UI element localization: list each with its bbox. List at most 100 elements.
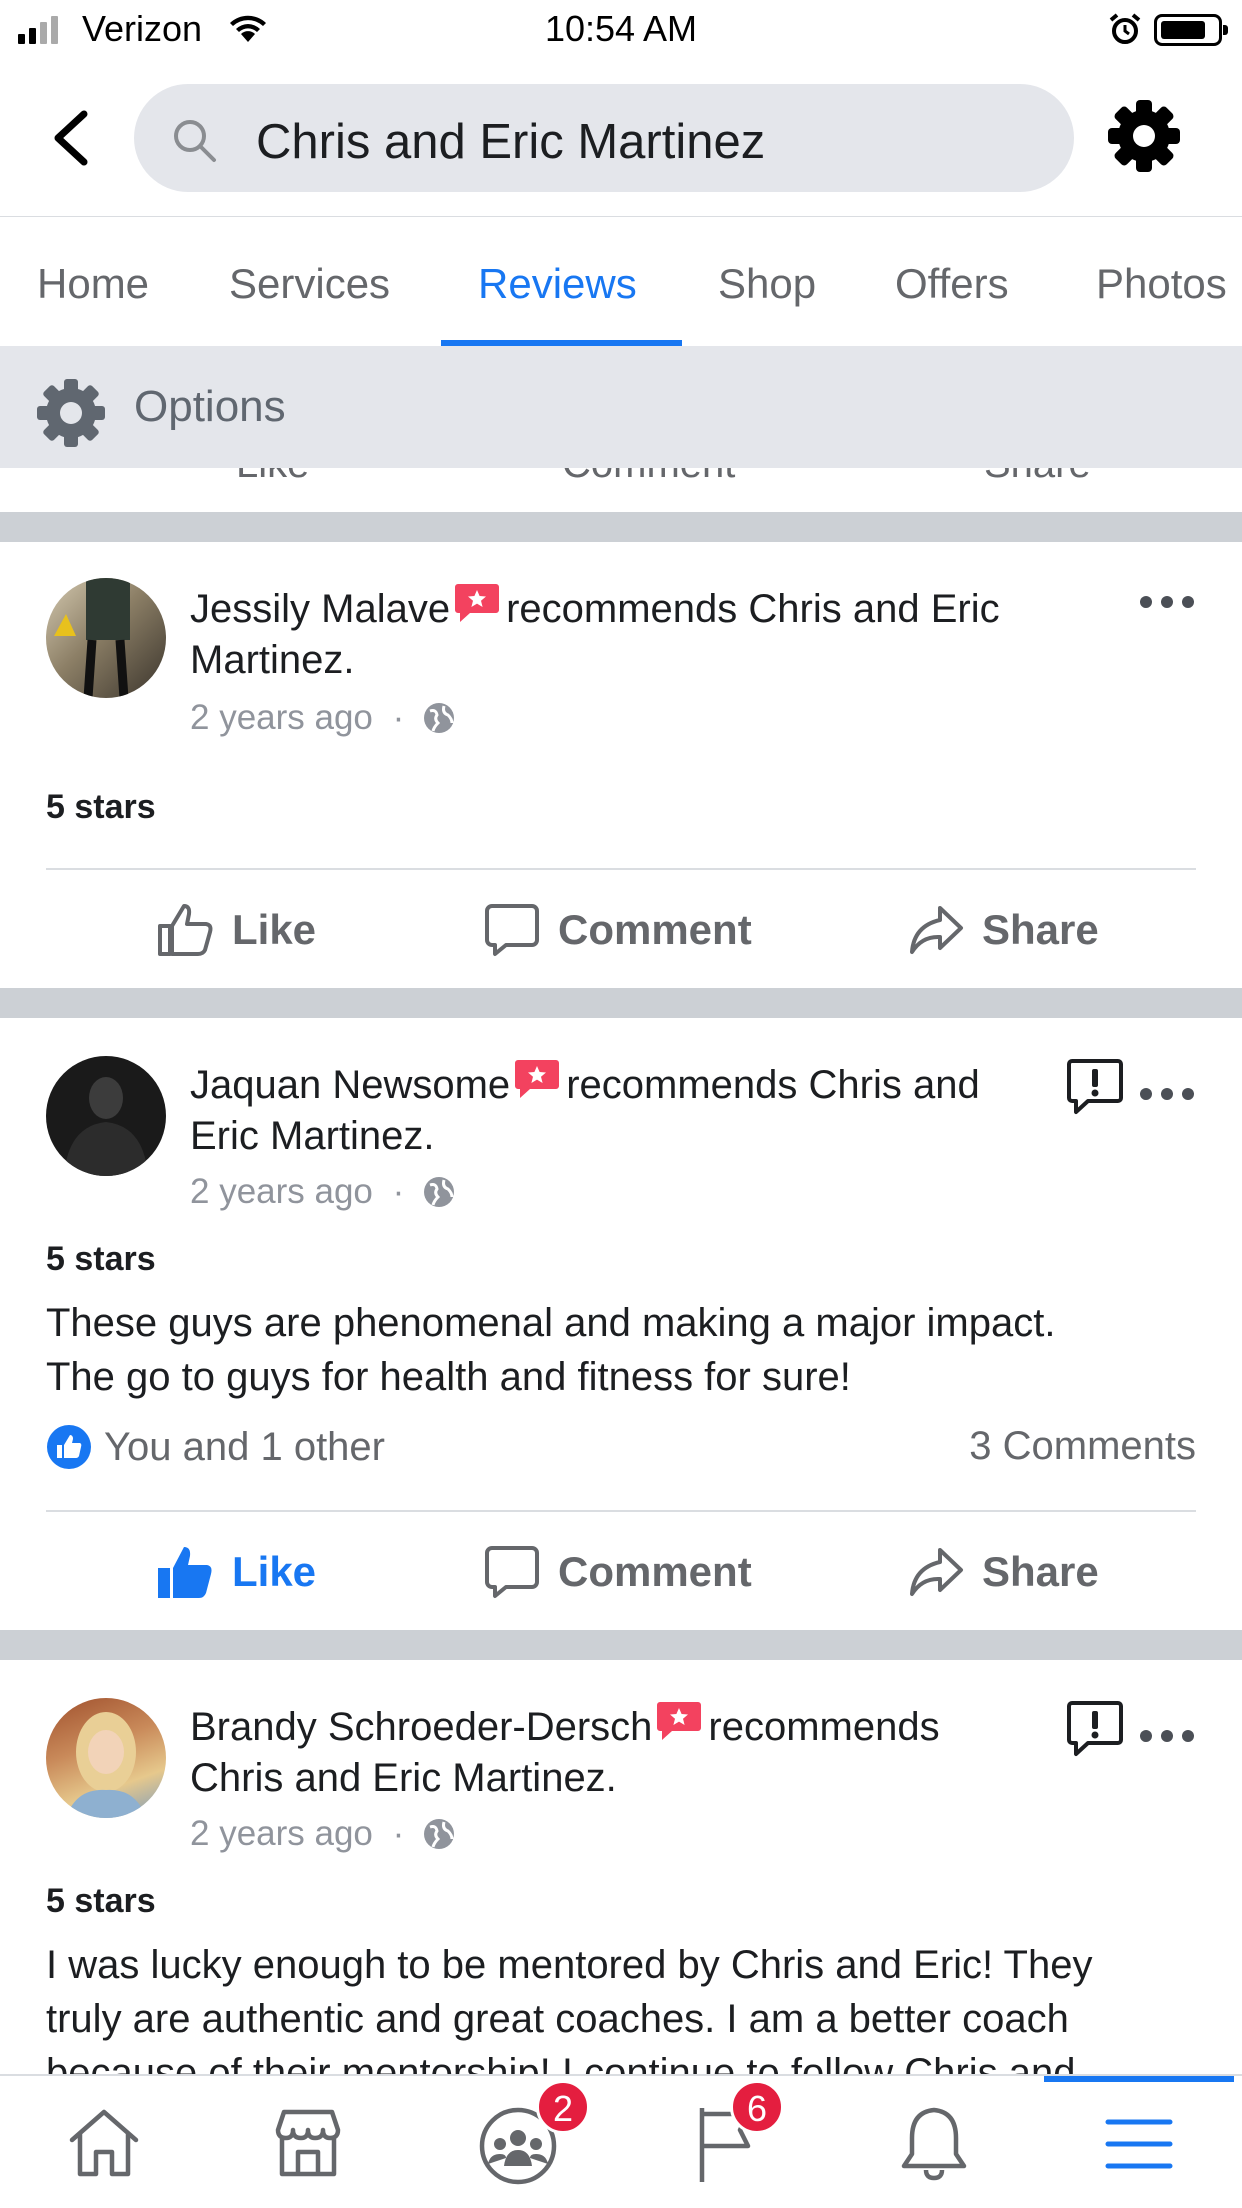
comment-icon: [485, 904, 539, 956]
page-tabs: Home Services Reviews Shop Offers Photos: [0, 218, 1242, 346]
recommends-text-2: Martinez.: [190, 638, 355, 682]
star-rating: 5 stars: [46, 1240, 156, 1278]
feed-separator: [0, 988, 1242, 1018]
share-button[interactable]: Share: [908, 902, 1099, 958]
share-label: Share: [982, 1548, 1099, 1595]
notifications-bell-icon[interactable]: [898, 2104, 970, 2182]
review-timestamp: 2 years ago ·: [190, 1814, 456, 1854]
tab-offers[interactable]: Offers: [895, 260, 1009, 308]
menu-hamburger-icon[interactable]: [1104, 2116, 1174, 2172]
avatar-photo: [64, 1077, 148, 1176]
review-body: These guys are phenomenal and making a m…: [46, 1296, 1216, 1404]
home-icon[interactable]: [66, 2104, 142, 2180]
like-button[interactable]: Like: [236, 468, 309, 487]
more-options-icon[interactable]: [1140, 1084, 1194, 1104]
recommendation-icon: [515, 1060, 560, 1098]
clock-time: 10:54 AM: [544, 8, 698, 49]
search-header: Chris and Eric Martinez: [0, 62, 1242, 217]
previous-review-actions: Like Comment Share: [0, 468, 1242, 512]
comment-button[interactable]: Comment: [484, 902, 752, 958]
more-options-icon[interactable]: [1140, 1726, 1194, 1746]
back-arrow-icon[interactable]: [48, 108, 94, 168]
like-button[interactable]: Like: [156, 902, 316, 958]
like-label: Like: [232, 906, 317, 953]
recommendation-icon: [657, 1702, 702, 1740]
dot-separator: ·: [392, 1814, 405, 1853]
recommends-text-1: recommends Chris and: [566, 1063, 980, 1107]
like-icon-filled: [158, 1547, 212, 1598]
review-card: Jessily Malave recommends Chris and Eric M…: [0, 542, 1242, 988]
more-options-icon[interactable]: [1140, 592, 1194, 612]
marketplace-icon[interactable]: [270, 2104, 346, 2180]
avatar[interactable]: [46, 1056, 166, 1176]
status-bar: Verizon 10:54 AM: [0, 0, 1242, 62]
review-card: Brandy Schroeder-Dersch recommends Chris a…: [0, 1660, 1242, 2074]
avatar-photo: [54, 578, 130, 698]
comment-label: Comment: [558, 906, 752, 953]
dot-separator: ·: [392, 1172, 405, 1211]
time-text: 2 years ago: [190, 1814, 373, 1853]
divider: [46, 868, 1196, 870]
review-text-line: I was lucky enough to be mentored by Chr…: [46, 1943, 1093, 1987]
star-rating: 5 stars: [46, 788, 156, 826]
recommends-text-2: Chris and Eric Martinez.: [190, 1756, 617, 1800]
avatar[interactable]: [46, 1698, 166, 1818]
reactions-summary[interactable]: You and 1 other: [46, 1424, 385, 1470]
comment-icon: [485, 1546, 539, 1598]
comments-count[interactable]: 3 Comments: [969, 1424, 1196, 1469]
time-text: 2 years ago: [190, 1172, 373, 1211]
like-button[interactable]: Like: [156, 1544, 316, 1600]
comment-label: Comment: [558, 1548, 752, 1595]
tab-home[interactable]: Home: [37, 260, 149, 308]
review-timestamp: 2 years ago ·: [190, 1172, 456, 1212]
divider: [46, 1510, 1196, 1512]
review-header: Jessily Malave recommends Chris and Eric M…: [190, 582, 1070, 686]
dot-separator: ·: [392, 698, 405, 737]
comment-button[interactable]: Comment: [484, 1544, 752, 1600]
tab-photos[interactable]: Photos: [1096, 260, 1227, 308]
pages-notification-badge: 6: [730, 2080, 784, 2134]
globe-icon: [424, 1819, 455, 1849]
avatar[interactable]: [46, 578, 166, 698]
recommendation-icon: [455, 584, 500, 622]
report-icon[interactable]: [1066, 1700, 1124, 1758]
recommends-text-1: recommends Chris and Eric: [506, 587, 1000, 631]
options-bar[interactable]: Options: [0, 346, 1242, 468]
search-query: Chris and Eric Martinez: [256, 115, 766, 169]
review-header: Brandy Schroeder-Dersch recommends Chris a…: [190, 1700, 1070, 1804]
alarm-icon: [1109, 13, 1141, 44]
recommends-text-2: Eric Martinez.: [190, 1114, 435, 1158]
like-icon: [158, 904, 213, 956]
author-name[interactable]: Jaquan Newsome: [190, 1063, 510, 1107]
globe-icon: [424, 1177, 455, 1207]
time-text: 2 years ago: [190, 698, 373, 737]
share-icon: [910, 1548, 963, 1596]
review-card: Jaquan Newsome recommends Chris and Eric M…: [0, 1018, 1242, 1630]
search-input[interactable]: Chris and Eric Martinez: [134, 84, 1074, 192]
share-label: Share: [982, 906, 1099, 953]
author-name[interactable]: Brandy Schroeder-Dersch: [190, 1705, 652, 1749]
report-icon[interactable]: [1066, 1058, 1124, 1116]
recommends-text-1: recommends: [708, 1705, 940, 1749]
share-button[interactable]: Share: [908, 1544, 1099, 1600]
battery-icon: [1154, 14, 1228, 46]
tab-services[interactable]: Services: [229, 260, 390, 308]
groups-notification-badge: 2: [536, 2080, 590, 2134]
review-text-line: The go to guys for health and fitness fo…: [46, 1355, 851, 1399]
settings-gear-icon[interactable]: [1106, 98, 1182, 174]
options-gear-icon: [37, 379, 105, 447]
tab-reviews[interactable]: Reviews: [478, 260, 637, 308]
review-text-line: truly are authentic and great coaches. I…: [46, 1997, 1069, 2041]
feed-separator: [0, 1630, 1242, 1660]
active-nav-indicator: [1044, 2076, 1234, 2082]
author-name[interactable]: Jessily Malave: [190, 587, 450, 631]
comment-button[interactable]: Comment: [562, 468, 735, 487]
like-reaction-icon: [47, 1425, 91, 1469]
tab-shop[interactable]: Shop: [718, 260, 816, 308]
avatar-photo: [66, 1712, 146, 1818]
search-icon: [174, 120, 216, 162]
star-rating: 5 stars: [46, 1882, 156, 1920]
share-button[interactable]: Share: [984, 468, 1091, 487]
review-timestamp: 2 years ago ·: [190, 698, 456, 738]
review-body: I was lucky enough to be mentored by Chr…: [46, 1938, 1216, 2074]
